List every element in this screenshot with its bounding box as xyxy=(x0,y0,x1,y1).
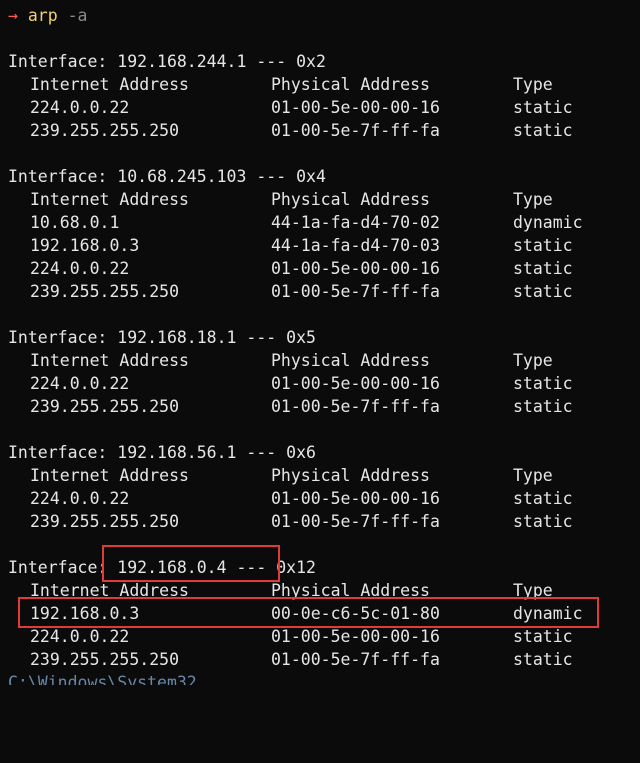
arp-entry-row: 239.255.255.250 01-00-5e-7f-ff-fa static xyxy=(8,395,640,418)
physical-address: 00-0e-c6-5c-01-80 xyxy=(271,604,440,623)
next-prompt-partial: C:\Windows\System32 xyxy=(8,673,197,685)
entry-type: dynamic xyxy=(513,604,583,623)
column-header-row: Internet Address Physical Address Type xyxy=(8,73,640,96)
physical-address: 01-00-5e-00-00-16 xyxy=(271,374,440,393)
column-header-physical: Physical Address xyxy=(271,75,430,94)
arp-entry-row: 239.255.255.250 01-00-5e-7f-ff-fa static xyxy=(8,510,640,533)
entry-type: static xyxy=(513,374,573,393)
column-header-type: Type xyxy=(513,466,553,485)
entry-type: static xyxy=(513,121,573,140)
interface-header: Interface: 192.168.56.1 --- 0x6 xyxy=(8,443,316,462)
entry-type: dynamic xyxy=(513,213,583,232)
internet-address: 224.0.0.22 xyxy=(30,374,130,393)
column-header-type: Type xyxy=(513,351,553,370)
arp-entry-row: 224.0.0.22 01-00-5e-00-00-16 static xyxy=(8,625,640,648)
physical-address: 01-00-5e-00-00-16 xyxy=(271,627,440,646)
physical-address: 01-00-5e-7f-ff-fa xyxy=(271,282,440,301)
physical-address: 01-00-5e-00-00-16 xyxy=(271,489,440,508)
column-header-internet: Internet Address xyxy=(30,190,189,209)
physical-address: 01-00-5e-7f-ff-fa xyxy=(271,397,440,416)
arp-entry-row: 239.255.255.250 01-00-5e-7f-ff-fa static xyxy=(8,648,640,671)
internet-address: 239.255.255.250 xyxy=(30,512,180,531)
column-header-type: Type xyxy=(513,581,553,600)
arp-entry-row: 239.255.255.250 01-00-5e-7f-ff-fa static xyxy=(8,280,640,303)
column-header-internet: Internet Address xyxy=(30,581,189,600)
entry-type: static xyxy=(513,98,573,117)
entry-type: static xyxy=(513,397,573,416)
arp-entry-row: 239.255.255.250 01-00-5e-7f-ff-fa static xyxy=(8,119,640,142)
internet-address: 192.168.0.3 xyxy=(30,236,140,255)
column-header-physical: Physical Address xyxy=(271,581,430,600)
command-line: → arp -a xyxy=(8,4,640,27)
interface-header: Interface: 192.168.0.4 --- 0x12 xyxy=(8,558,316,577)
arp-entry-row: 224.0.0.22 01-00-5e-00-00-16 static xyxy=(8,96,640,119)
internet-address: 10.68.0.1 xyxy=(30,213,120,232)
physical-address: 01-00-5e-00-00-16 xyxy=(271,98,440,117)
internet-address: 239.255.255.250 xyxy=(30,650,180,669)
internet-address: 239.255.255.250 xyxy=(30,121,180,140)
terminal-output: → arp -a Interface: 192.168.244.1 --- 0x… xyxy=(8,4,640,685)
arp-entry-row: 224.0.0.22 01-00-5e-00-00-16 static xyxy=(8,372,640,395)
entry-type: static xyxy=(513,236,573,255)
column-header-internet: Internet Address xyxy=(30,466,189,485)
column-header-type: Type xyxy=(513,190,553,209)
physical-address: 01-00-5e-7f-ff-fa xyxy=(271,512,440,531)
internet-address: 224.0.0.22 xyxy=(30,259,130,278)
internet-address: 192.168.0.3 xyxy=(30,604,140,623)
physical-address: 01-00-5e-7f-ff-fa xyxy=(271,121,440,140)
physical-address: 01-00-5e-7f-ff-fa xyxy=(271,650,440,669)
command-name: arp xyxy=(27,6,58,25)
entry-type: static xyxy=(513,627,573,646)
arp-entry-row-highlighted: 192.168.0.3 00-0e-c6-5c-01-80 dynamic xyxy=(8,602,640,625)
prompt-arrow-icon: → xyxy=(8,6,18,25)
interface-header: Interface: 10.68.245.103 --- 0x4 xyxy=(8,167,326,186)
internet-address: 224.0.0.22 xyxy=(30,489,130,508)
column-header-row: Internet Address Physical Address Type xyxy=(8,349,640,372)
internet-address: 224.0.0.22 xyxy=(30,627,130,646)
column-header-internet: Internet Address xyxy=(30,351,189,370)
column-header-row: Internet Address Physical Address Type xyxy=(8,579,640,602)
arp-entry-row: 10.68.0.1 44-1a-fa-d4-70-02 dynamic xyxy=(8,211,640,234)
interface-header: Interface: 192.168.18.1 --- 0x5 xyxy=(8,328,316,347)
column-header-internet: Internet Address xyxy=(30,75,189,94)
column-header-physical: Physical Address xyxy=(271,466,430,485)
column-header-physical: Physical Address xyxy=(271,190,430,209)
internet-address: 239.255.255.250 xyxy=(30,282,180,301)
arp-entry-row: 224.0.0.22 01-00-5e-00-00-16 static xyxy=(8,257,640,280)
column-header-type: Type xyxy=(513,75,553,94)
interface-header: Interface: 192.168.244.1 --- 0x2 xyxy=(8,52,326,71)
column-header-row: Internet Address Physical Address Type xyxy=(8,188,640,211)
command-argument: -a xyxy=(67,6,88,25)
column-header-physical: Physical Address xyxy=(271,351,430,370)
arp-entry-row: 224.0.0.22 01-00-5e-00-00-16 static xyxy=(8,487,640,510)
entry-type: static xyxy=(513,489,573,508)
entry-type: static xyxy=(513,282,573,301)
entry-type: static xyxy=(513,512,573,531)
physical-address: 44-1a-fa-d4-70-03 xyxy=(271,236,440,255)
physical-address: 01-00-5e-00-00-16 xyxy=(271,259,440,278)
column-header-row: Internet Address Physical Address Type xyxy=(8,464,640,487)
entry-type: static xyxy=(513,650,573,669)
physical-address: 44-1a-fa-d4-70-02 xyxy=(271,213,440,232)
internet-address: 224.0.0.22 xyxy=(30,98,130,117)
internet-address: 239.255.255.250 xyxy=(30,397,180,416)
arp-entry-row: 192.168.0.3 44-1a-fa-d4-70-03 static xyxy=(8,234,640,257)
entry-type: static xyxy=(513,259,573,278)
